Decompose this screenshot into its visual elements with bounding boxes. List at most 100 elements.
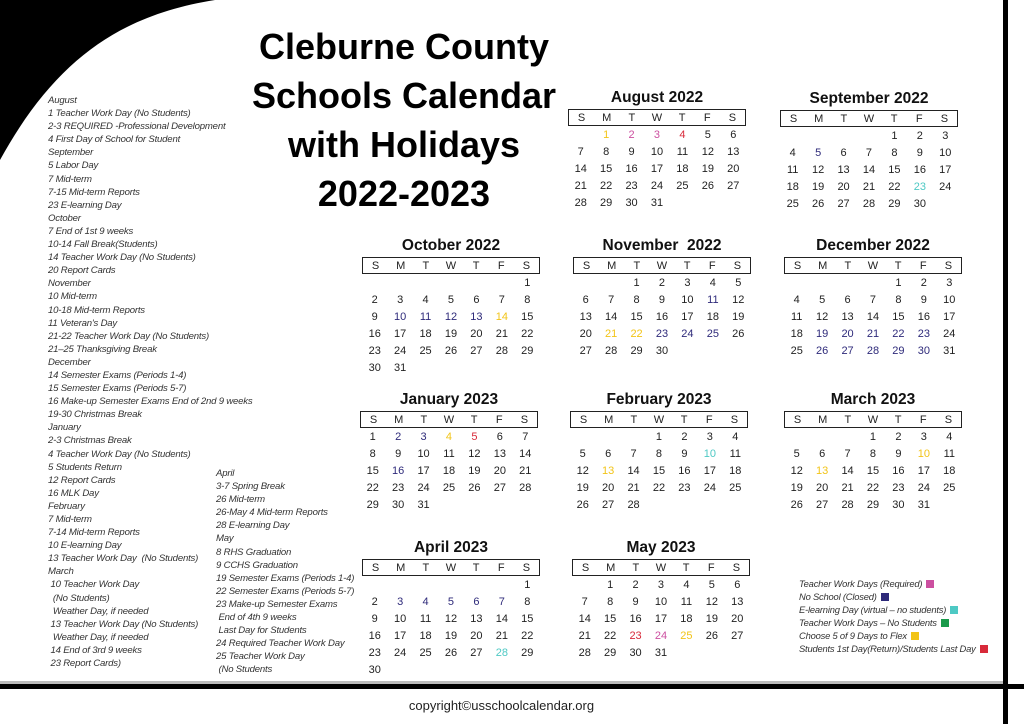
empty-day	[362, 275, 387, 292]
event-note: 8 RHS Graduation	[216, 546, 292, 558]
day-cell: 11	[787, 164, 799, 176]
day-cell: 13	[602, 465, 615, 477]
day-cell: 1	[869, 431, 877, 443]
day-cell: 10	[394, 311, 407, 323]
day-cell: 20	[579, 328, 592, 340]
empty-day	[438, 275, 463, 292]
day-cell: 27	[579, 345, 592, 357]
day-cell: 23	[368, 647, 381, 659]
weekday-label: S	[730, 413, 739, 426]
weekday-label: T	[683, 259, 691, 272]
day-cell: 26	[732, 328, 745, 340]
day-cell: 13	[731, 596, 744, 608]
day-cell: 15	[604, 613, 617, 625]
day-cell: 1	[655, 431, 663, 443]
day-cell: 8	[869, 448, 877, 460]
weekday-label: W	[653, 413, 665, 426]
day-cell: 8	[524, 294, 531, 306]
weekday-label: M	[606, 561, 616, 574]
day-cell: 30	[368, 362, 381, 374]
day-cell: 24	[703, 482, 716, 494]
day-grid: 1 2 3 4 5 6 7 8 9 10 11 12 13 14 15 16 17 18 19 20 21 22 23 24 2…	[360, 429, 538, 514]
day-cell: 23	[655, 328, 669, 340]
empty-day	[387, 577, 412, 594]
day-cell: 15	[521, 613, 534, 625]
day-cell: 14	[605, 311, 618, 323]
empty-day	[413, 275, 438, 292]
bottom-border-bar	[0, 684, 1024, 689]
event-note: August	[48, 95, 77, 106]
weekday-label: M	[818, 413, 828, 426]
weekday-header: SMTWTFS	[570, 411, 748, 428]
event-note: 4 First Day of School for Student	[48, 134, 181, 146]
day-cell: 15	[866, 465, 880, 477]
empty-day	[780, 128, 805, 145]
empty-day	[835, 275, 860, 292]
event-note: September	[48, 147, 94, 159]
event-note: 2-3 Christmas Break	[48, 435, 132, 447]
day-cell: 5	[815, 147, 822, 159]
event-note: End of 4th 9 weeks	[216, 612, 297, 624]
day-cell: 6	[840, 147, 847, 159]
day-cell: 7	[498, 294, 505, 306]
event-note: April	[216, 468, 235, 479]
day-cell: 20	[731, 613, 744, 625]
day-cell: 25	[442, 482, 456, 494]
event-note: 28 E-learning Day	[216, 520, 290, 532]
weekday-label: W	[651, 111, 663, 124]
legend-swatch	[880, 592, 889, 601]
day-cell: 10	[939, 147, 952, 159]
weekday-label: S	[577, 111, 586, 124]
day-cell: 28	[862, 198, 876, 210]
day-cell: 24	[417, 482, 430, 494]
day-cell: 3	[942, 130, 949, 142]
day-cell: 12	[576, 465, 589, 477]
weekday-label: M	[607, 259, 617, 272]
day-cell: 1	[603, 129, 610, 141]
day-cell: 4	[422, 596, 429, 608]
day-cell: 22	[604, 630, 617, 642]
day-cell: 6	[730, 129, 737, 141]
weekday-label: T	[844, 413, 852, 426]
day-cell: 29	[521, 345, 534, 357]
empty-day	[805, 128, 830, 145]
empty-day	[784, 275, 809, 292]
weekday-header: SMTWTFS	[573, 257, 751, 274]
day-cell: 17	[650, 163, 664, 175]
day-cell: 10	[943, 294, 956, 306]
day-cell: 13	[816, 465, 829, 477]
weekday-label: M	[818, 259, 828, 272]
day-cell: 2	[628, 129, 635, 141]
day-cell: 18	[419, 328, 432, 340]
day-cell: 27	[841, 345, 854, 357]
day-cell: 17	[394, 630, 407, 642]
day-cell: 9	[681, 448, 688, 460]
day-cell: 15	[892, 311, 905, 323]
day-cell: 12	[468, 448, 481, 460]
day-cell: 19	[705, 613, 718, 625]
day-cell: 17	[943, 311, 956, 323]
day-cell: 11	[707, 294, 719, 306]
day-cell: 30	[892, 499, 905, 511]
day-cell: 27	[731, 630, 744, 642]
day-cell: 21	[574, 180, 587, 192]
month-title: December 2022	[816, 237, 930, 254]
day-cell: 16	[392, 465, 405, 477]
weekday-label: T	[470, 413, 478, 426]
weekday-label: S	[733, 259, 742, 272]
day-cell: 19	[790, 482, 803, 494]
month-title: April 2023	[413, 539, 489, 556]
day-cell: 16	[913, 164, 926, 176]
event-note: 19-30 Christmas Break	[48, 409, 142, 421]
weekday-header: SMTWTFS	[362, 257, 540, 274]
legend-swatch	[910, 631, 919, 640]
weekday-label: S	[944, 413, 953, 426]
month-calendar: September 2022 S M T W T F S 1 2 3 4 5 6 7 8 9 10 11 12 13 14…	[780, 89, 958, 213]
day-cell: 28	[605, 345, 618, 357]
empty-day	[568, 127, 593, 144]
day-cell: 18	[442, 465, 456, 477]
day-cell: 20	[470, 328, 483, 340]
event-note: October	[48, 212, 81, 224]
day-cell: 16	[625, 163, 638, 175]
day-cell: 26	[812, 198, 825, 210]
